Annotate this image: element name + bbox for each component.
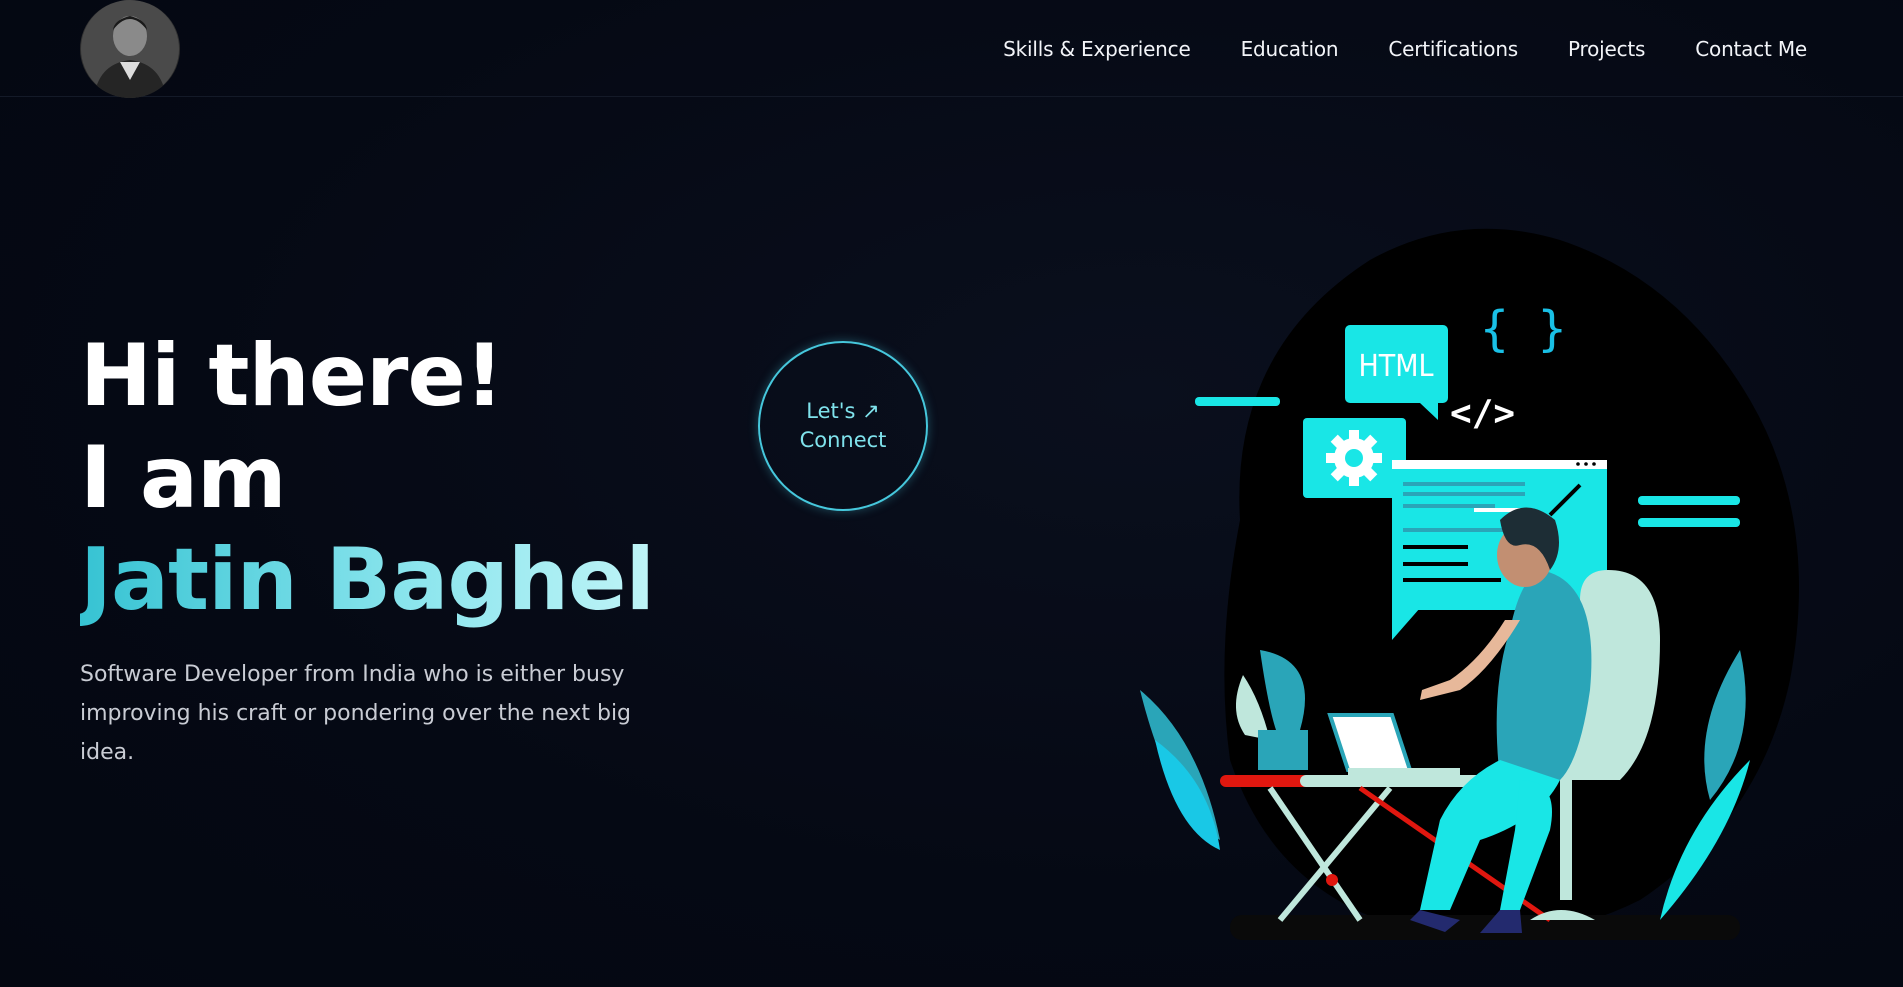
braces-icon: { } [1480, 301, 1567, 357]
nav-certifications[interactable]: Certifications [1388, 37, 1518, 61]
hero-name: Jatin Baghel [80, 530, 655, 630]
avatar-photo [81, 0, 179, 98]
nav-skills-experience[interactable]: Skills & Experience [1003, 37, 1191, 61]
hero-greeting: Hi there! [80, 326, 504, 426]
navbar: Skills & Experience Education Certificat… [0, 0, 1903, 98]
connect-label-line2: Connect [799, 428, 887, 452]
hero-intro: I am [80, 428, 287, 528]
lets-connect-button[interactable]: Let's ↗ Connect [758, 341, 928, 511]
nav-education[interactable]: Education [1241, 37, 1339, 61]
nav-projects[interactable]: Projects [1568, 37, 1645, 61]
avatar[interactable] [80, 0, 180, 98]
nav-links: Skills & Experience Education Certificat… [1003, 0, 1807, 97]
nav-contact-me[interactable]: Contact Me [1695, 37, 1807, 61]
hero-description: Software Developer from India who is eit… [80, 662, 632, 765]
connect-label-line1: Let's ↗ [806, 399, 880, 423]
gear-icon [1326, 430, 1382, 486]
developer-illustration: HTML { } </> [1140, 228, 1799, 940]
code-tag-icon: </> [1450, 393, 1515, 434]
html-label: HTML [1358, 349, 1433, 384]
hero-heading: Hi there! I am Jatin Baghel [80, 325, 655, 631]
